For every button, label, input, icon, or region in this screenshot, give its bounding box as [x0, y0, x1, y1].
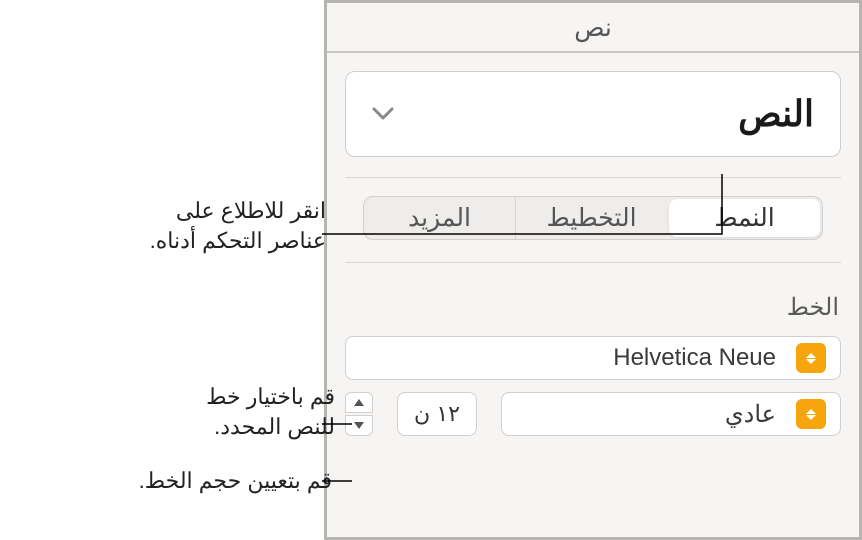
inspector-tab-title: نص — [327, 3, 859, 53]
callout-leader — [322, 480, 352, 482]
stepper-down-button[interactable] — [345, 415, 373, 436]
divider — [345, 262, 841, 263]
text-inspector-panel: نص النص النمط التخطيط المزيد الخط Helvet… — [324, 0, 862, 540]
font-weight-value: عادي — [502, 400, 790, 429]
font-section-label: الخط — [347, 293, 839, 322]
paragraph-style-dropdown[interactable]: النص — [345, 71, 841, 157]
callout-leader — [322, 423, 352, 425]
callout-font-size: قم بتعيين حجم الخط. — [12, 466, 332, 496]
popup-arrows-icon — [796, 399, 826, 429]
font-family-popup[interactable]: Helvetica Neue — [345, 336, 841, 380]
font-family-value: Helvetica Neue — [346, 344, 790, 372]
callout-tabs: انقر للاطلاع على عناصر التحكم أدناه. — [66, 196, 326, 255]
callout-font-family: قم باختيار خط للنص المحدد. — [105, 382, 335, 441]
chevron-down-icon — [372, 100, 394, 128]
stepper-up-button[interactable] — [345, 392, 373, 413]
popup-arrows-icon — [796, 343, 826, 373]
font-size-stepper[interactable] — [345, 392, 373, 436]
font-size-field[interactable]: ١٢ ن — [397, 392, 477, 436]
font-weight-popup[interactable]: عادي — [501, 392, 841, 436]
paragraph-style-name: النص — [738, 93, 814, 135]
callout-leader — [322, 174, 722, 254]
